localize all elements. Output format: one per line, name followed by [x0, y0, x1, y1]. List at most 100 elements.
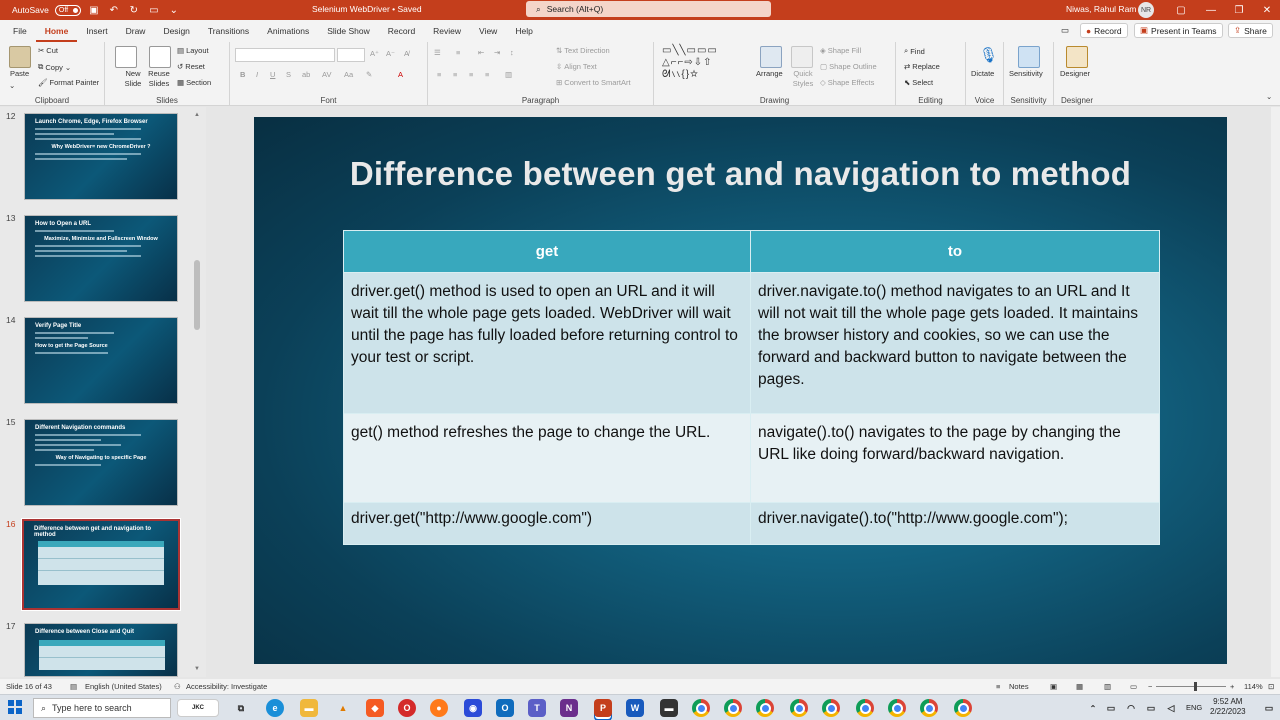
microphone-icon[interactable]: 🎙	[979, 46, 998, 64]
columns-icon[interactable]: ▥	[505, 70, 512, 79]
chrome-icon[interactable]	[756, 699, 774, 717]
network-icon[interactable]: ▭	[1102, 699, 1120, 717]
tab-design[interactable]: Design	[154, 20, 198, 42]
scroll-down-icon[interactable]: ▼	[192, 666, 202, 676]
clear-formatting-icon[interactable]: A̸	[404, 49, 409, 58]
slide-canvas[interactable]: Difference between get and navigation to…	[254, 117, 1227, 664]
save-icon[interactable]: ▣	[87, 3, 101, 17]
sensitivity-icon[interactable]	[1018, 46, 1040, 68]
app-icon[interactable]: ◉	[464, 699, 482, 717]
tab-record[interactable]: Record	[379, 20, 424, 42]
convert-smartart-button[interactable]: ⊞ Convert to SmartArt	[556, 78, 631, 87]
ribbon-display-icon[interactable]: ▢	[1168, 0, 1194, 20]
new-slide-icon[interactable]	[115, 46, 137, 68]
bullets-icon[interactable]: ☰	[434, 48, 441, 57]
tab-animations[interactable]: Animations	[258, 20, 318, 42]
table-cell[interactable]: navigate().to() navigates to the page by…	[750, 413, 1160, 503]
shape-outline-button[interactable]: ▢ Shape Outline	[820, 62, 877, 71]
tab-help[interactable]: Help	[506, 20, 541, 42]
tab-insert[interactable]: Insert	[77, 20, 116, 42]
change-case-icon[interactable]: Aa	[344, 70, 353, 79]
comparison-table[interactable]: get to driver.get() method is used to op…	[343, 230, 1160, 545]
firefox-icon[interactable]: ●	[430, 699, 448, 717]
layout-button[interactable]: ▤ Layout	[177, 46, 209, 55]
avatar[interactable]: NR	[1138, 2, 1154, 18]
battery-icon[interactable]: ▭	[1142, 699, 1160, 717]
search-box[interactable]: ⌕ Search (Alt+Q)	[526, 1, 771, 17]
shape-fill-button[interactable]: ◈ Shape Fill	[820, 46, 861, 55]
section-button[interactable]: ▦ Section	[177, 78, 211, 87]
chrome-icon[interactable]	[822, 699, 840, 717]
align-center-icon[interactable]: ≡	[453, 70, 457, 79]
volume-icon[interactable]: ◁	[1162, 699, 1180, 717]
table-cell[interactable]: get() method refreshes the page to chang…	[343, 413, 751, 503]
shapes-gallery[interactable]: ▭╲╲▭▭▭ △⌐⌐⇨⇩⇧ ᘛ∖∖{}☆	[662, 45, 752, 83]
align-text-button[interactable]: ⇳ Align Text	[556, 62, 597, 71]
slide-thumbnail-14[interactable]: Verify Page Title How to get the Page So…	[24, 317, 178, 404]
arrange-button[interactable]: Arrange	[756, 69, 783, 78]
task-view-icon[interactable]: ⧉	[232, 699, 250, 717]
notes-icon[interactable]: ≡	[996, 682, 1000, 691]
chrome-icon[interactable]	[692, 699, 710, 717]
quick-styles-icon[interactable]	[791, 46, 813, 68]
paste-button[interactable]: Paste	[10, 69, 29, 78]
document-title[interactable]: Selenium WebDriver • Saved	[312, 4, 422, 14]
scroll-up-icon[interactable]: ▲	[192, 112, 202, 122]
language-status[interactable]: English (United States)	[85, 682, 162, 691]
find-button[interactable]: ⌕ Find	[904, 46, 925, 56]
collapse-ribbon-icon[interactable]: ⌄	[1266, 92, 1272, 101]
close-icon[interactable]: ✕	[1254, 0, 1280, 20]
editor-scrollbar[interactable]	[1271, 107, 1280, 677]
slideshow-view-icon[interactable]: ▭	[1130, 682, 1137, 691]
powerpoint-icon[interactable]: P	[594, 699, 612, 717]
tab-draw[interactable]: Draw	[117, 20, 155, 42]
taskbar-clock[interactable]: 9:52 AM 2/22/2023	[1210, 697, 1246, 717]
chrome-icon[interactable]	[724, 699, 742, 717]
paste-dropdown-icon[interactable]: ⌄	[9, 81, 15, 90]
windows-start-icon[interactable]	[8, 700, 22, 714]
tab-home[interactable]: Home	[35, 20, 78, 42]
show-hidden-icons-icon[interactable]: ⌃	[1084, 699, 1102, 717]
spellcheck-icon[interactable]: ▤	[70, 682, 77, 691]
outlook-icon[interactable]: O	[496, 699, 514, 717]
table-header-get[interactable]: get	[343, 230, 751, 273]
word-icon[interactable]: W	[626, 699, 644, 717]
chrome-icon[interactable]	[888, 699, 906, 717]
slide-title[interactable]: Difference between get and navigation to…	[254, 155, 1227, 193]
reading-view-icon[interactable]: ▥	[1104, 682, 1111, 691]
fit-slide-icon[interactable]: ⊡	[1268, 682, 1274, 691]
replace-button[interactable]: ⇄ Replace	[904, 62, 940, 71]
designer-button[interactable]: Designer	[1060, 69, 1090, 78]
slide-thumbnail-12[interactable]: Launch Chrome, Edge, Firefox Browser Why…	[24, 113, 178, 200]
app-icon[interactable]: ▬	[660, 699, 678, 717]
font-family-select[interactable]	[235, 48, 335, 62]
highlight-icon[interactable]: ✎	[366, 70, 372, 79]
increase-font-icon[interactable]: A⁺	[370, 49, 379, 58]
chrome-icon[interactable]	[790, 699, 808, 717]
teams-icon[interactable]: T	[528, 699, 546, 717]
font-color-icon[interactable]: A	[398, 70, 403, 79]
chrome-icon[interactable]	[920, 699, 938, 717]
brave-icon[interactable]: ◆	[366, 699, 384, 717]
tab-file[interactable]: File	[4, 20, 36, 42]
designer-icon[interactable]	[1066, 46, 1088, 68]
character-spacing-icon[interactable]: AV	[322, 70, 331, 79]
opera-icon[interactable]: O	[398, 699, 416, 717]
table-cell[interactable]: driver.navigate.to() method navigates to…	[750, 272, 1160, 414]
strikethrough-icon[interactable]: ab	[302, 70, 310, 79]
accessibility-status[interactable]: Accessibility: Investigate	[186, 682, 267, 691]
align-left-icon[interactable]: ≡	[437, 70, 441, 79]
arrange-icon[interactable]	[760, 46, 782, 68]
undo-icon[interactable]: ↶	[107, 3, 121, 17]
tab-view[interactable]: View	[470, 20, 506, 42]
increase-indent-icon[interactable]: ⇥	[494, 48, 500, 57]
record-button[interactable]: ● Record	[1080, 23, 1128, 38]
align-right-icon[interactable]: ≡	[469, 70, 473, 79]
restore-icon[interactable]: ❐	[1226, 0, 1252, 20]
thumbnail-scrollbar[interactable]: ▲ ▼	[192, 112, 202, 676]
scroll-thumb[interactable]	[194, 260, 200, 330]
italic-icon[interactable]: I	[256, 70, 258, 79]
customize-icon[interactable]: ⌄	[167, 3, 181, 17]
table-header-to[interactable]: to	[750, 230, 1160, 273]
zoom-in-icon[interactable]: +	[1230, 682, 1234, 691]
